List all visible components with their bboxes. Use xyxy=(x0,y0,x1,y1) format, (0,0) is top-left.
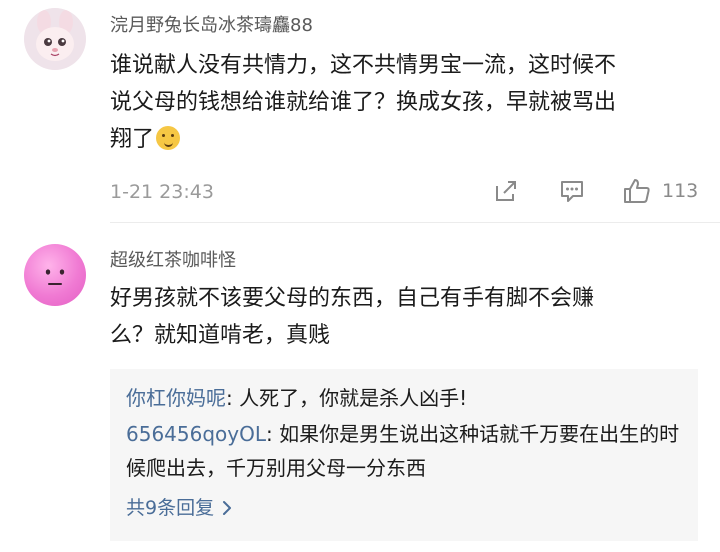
reply-username[interactable]: 你杠你妈呢 xyxy=(126,386,226,410)
thumbs-up-icon xyxy=(624,179,650,203)
avatar[interactable] xyxy=(24,8,86,70)
chevron-right-icon xyxy=(223,501,232,515)
comment-icon xyxy=(561,181,583,202)
reply-username[interactable]: 656456qoyOL xyxy=(126,422,266,446)
replies-box: 你杠你妈呢: 人死了，你就是杀人凶手! 656456qoyOL: 如果你是男生说… xyxy=(110,369,698,541)
comment-item: 浣月野兔长岛冰茶璹麤88 谁说献人没有共情力，这不共情男宝一流，这时候不 说父母… xyxy=(0,0,720,222)
divider xyxy=(110,222,720,223)
reply-item[interactable]: 你杠你妈呢: 人死了，你就是杀人凶手! xyxy=(126,381,682,415)
view-more-replies-label: 共9条回复 xyxy=(126,497,215,519)
username[interactable]: 超级红茶咖啡怪 xyxy=(110,246,236,272)
comment-text: 谁说献人没有共情力，这不共情男宝一流，这时候不 说父母的钱想给谁就给谁了？换成女… xyxy=(110,47,700,158)
comment-line: 么？就知道啃老，真贱 xyxy=(110,323,331,348)
comment-text: 好男孩就不该要父母的东西，自己有手有脚不会赚 么？就知道啃老，真贱 xyxy=(110,280,700,354)
comment-line: 好男孩就不该要父母的东西，自己有手有脚不会赚 xyxy=(110,286,595,311)
reply-button[interactable] xyxy=(558,177,586,209)
comment-line: 谁说献人没有共情力，这不共情男宝一流，这时候不 xyxy=(110,53,617,78)
like-button[interactable]: 113 xyxy=(622,177,698,205)
share-icon xyxy=(496,181,516,201)
username[interactable]: 浣月野兔长岛冰茶璹麤88 xyxy=(110,11,313,37)
reply-text: : 人死了，你就是杀人凶手! xyxy=(226,386,468,410)
avatar[interactable] xyxy=(24,244,86,306)
yum-face-emoji xyxy=(156,126,181,150)
comment-line-text: 翔了 xyxy=(110,127,155,152)
reply-item[interactable]: 656456qoyOL: 如果你是男生说出这种话就千万要在出生的时候爬出去，千万… xyxy=(126,417,682,485)
comment-line: 翔了 xyxy=(110,121,700,158)
share-button[interactable] xyxy=(492,177,520,209)
comment-time: 1-21 23:43 xyxy=(110,181,214,203)
comment-line: 说父母的钱想给谁就给谁了？换成女孩，早就被骂出 xyxy=(110,90,617,115)
view-more-replies-link[interactable]: 共9条回复 xyxy=(126,491,682,525)
like-count: 113 xyxy=(662,180,699,202)
